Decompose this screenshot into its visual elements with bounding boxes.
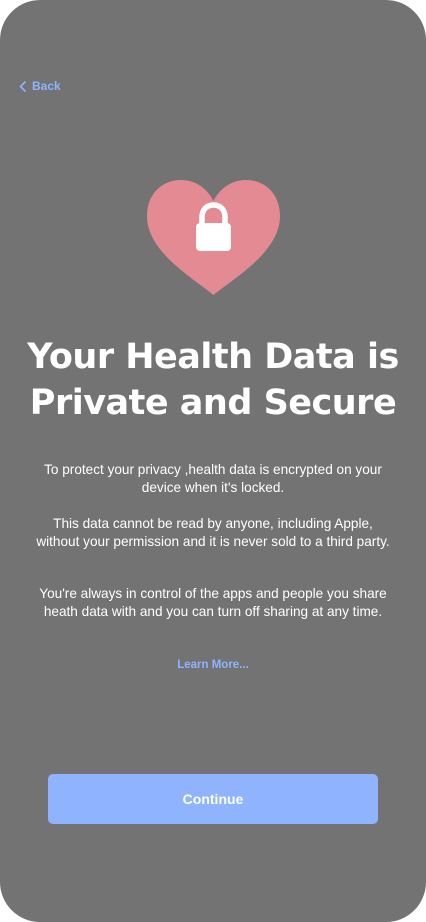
learn-more-link[interactable]: Learn More... xyxy=(0,659,426,671)
title-line-2: Private and Secure xyxy=(29,383,397,423)
privacy-paragraph-1: To protect your privacy ,health data is … xyxy=(44,462,382,495)
screen: Back Your Health Data is Private and Sec… xyxy=(0,0,426,922)
title-line-1: Your Health Data is xyxy=(27,337,399,377)
back-button[interactable]: Back xyxy=(19,79,61,93)
heart-lock-icon xyxy=(145,178,282,296)
chevron-left-icon xyxy=(19,80,26,92)
page-title: Your Health Data is Private and Secure xyxy=(0,334,426,426)
continue-button[interactable]: Continue xyxy=(48,774,378,824)
privacy-paragraph-2: This data cannot be read by anyone, incl… xyxy=(36,516,390,549)
privacy-paragraph-3: You're always in control of the apps and… xyxy=(39,586,387,619)
back-label: Back xyxy=(32,79,61,93)
